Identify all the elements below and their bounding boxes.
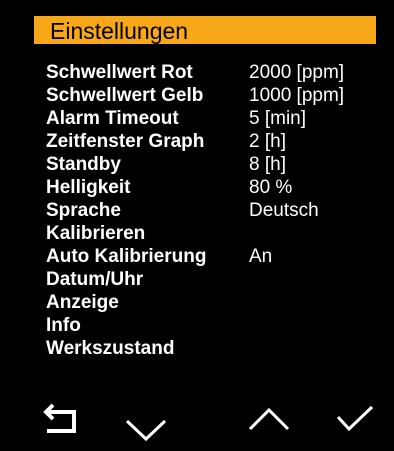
scroll-up-button[interactable] xyxy=(246,400,298,446)
menu-item-label: Zeitfenster Graph xyxy=(46,131,205,152)
menu-item-value: 80 % xyxy=(249,177,293,198)
menu-item-label: Anzeige xyxy=(46,292,119,313)
menu-item-werkszustand[interactable]: Werkszustand xyxy=(46,337,376,360)
scroll-down-button[interactable] xyxy=(120,400,172,446)
menu-item-label: Auto Kalibrierung xyxy=(46,246,207,267)
menu-item-schwellwert-gelb[interactable]: Schwellwert Gelb 1000 [ppm] xyxy=(46,84,376,107)
page-title: Einstellungen xyxy=(34,16,376,44)
menu-item-anzeige[interactable]: Anzeige xyxy=(46,291,376,314)
menu-item-label: Info xyxy=(46,315,81,336)
settings-screen: Einstellungen Schwellwert Rot 2000 [ppm]… xyxy=(0,0,394,451)
menu-item-value: An xyxy=(249,246,273,267)
menu-item-label: Sprache xyxy=(46,200,121,221)
menu-item-label: Kalibrieren xyxy=(46,223,146,244)
back-arrow-icon xyxy=(43,403,76,433)
menu-item-alarm-timeout[interactable]: Alarm Timeout 5 [min] xyxy=(46,107,376,130)
menu-item-zeitfenster-graph[interactable]: Zeitfenster Graph 2 [h] xyxy=(46,130,376,153)
menu-item-value: Deutsch xyxy=(249,200,319,221)
menu-item-label: Schwellwert Rot xyxy=(46,62,193,83)
confirm-button[interactable] xyxy=(332,400,384,446)
back-button[interactable] xyxy=(38,400,90,446)
menu-item-standby[interactable]: Standby 8 [h] xyxy=(46,153,376,176)
menu-item-value: 5 [min] xyxy=(249,108,307,129)
menu-item-label: Datum/Uhr xyxy=(46,269,144,290)
settings-menu: Schwellwert Rot 2000 [ppm] Schwellwert G… xyxy=(46,61,376,360)
menu-item-schwellwert-rot[interactable]: Schwellwert Rot 2000 [ppm] xyxy=(46,61,376,84)
menu-item-datum-uhr[interactable]: Datum/Uhr xyxy=(46,268,376,291)
menu-item-label: Helligkeit xyxy=(46,177,131,198)
chevron-up-icon xyxy=(248,407,290,431)
menu-item-label: Standby xyxy=(46,154,121,175)
menu-item-helligkeit[interactable]: Helligkeit 80 % xyxy=(46,176,376,199)
menu-item-label: Alarm Timeout xyxy=(46,108,179,129)
checkmark-icon xyxy=(336,405,374,432)
menu-item-sprache[interactable]: Sprache Deutsch xyxy=(46,199,376,222)
menu-item-value: 2 [h] xyxy=(249,131,286,152)
menu-item-kalibrieren[interactable]: Kalibrieren xyxy=(46,222,376,245)
navigation-bar xyxy=(0,400,394,451)
menu-item-auto-kalibrierung[interactable]: Auto Kalibrierung An xyxy=(46,245,376,268)
menu-item-info[interactable]: Info xyxy=(46,314,376,337)
menu-item-label: Werkszustand xyxy=(46,338,175,359)
chevron-down-icon xyxy=(125,419,167,442)
menu-item-value: 2000 [ppm] xyxy=(249,62,345,83)
menu-item-value: 1000 [ppm] xyxy=(249,85,345,106)
menu-item-value: 8 [h] xyxy=(249,154,286,175)
menu-item-label: Schwellwert Gelb xyxy=(46,85,204,106)
